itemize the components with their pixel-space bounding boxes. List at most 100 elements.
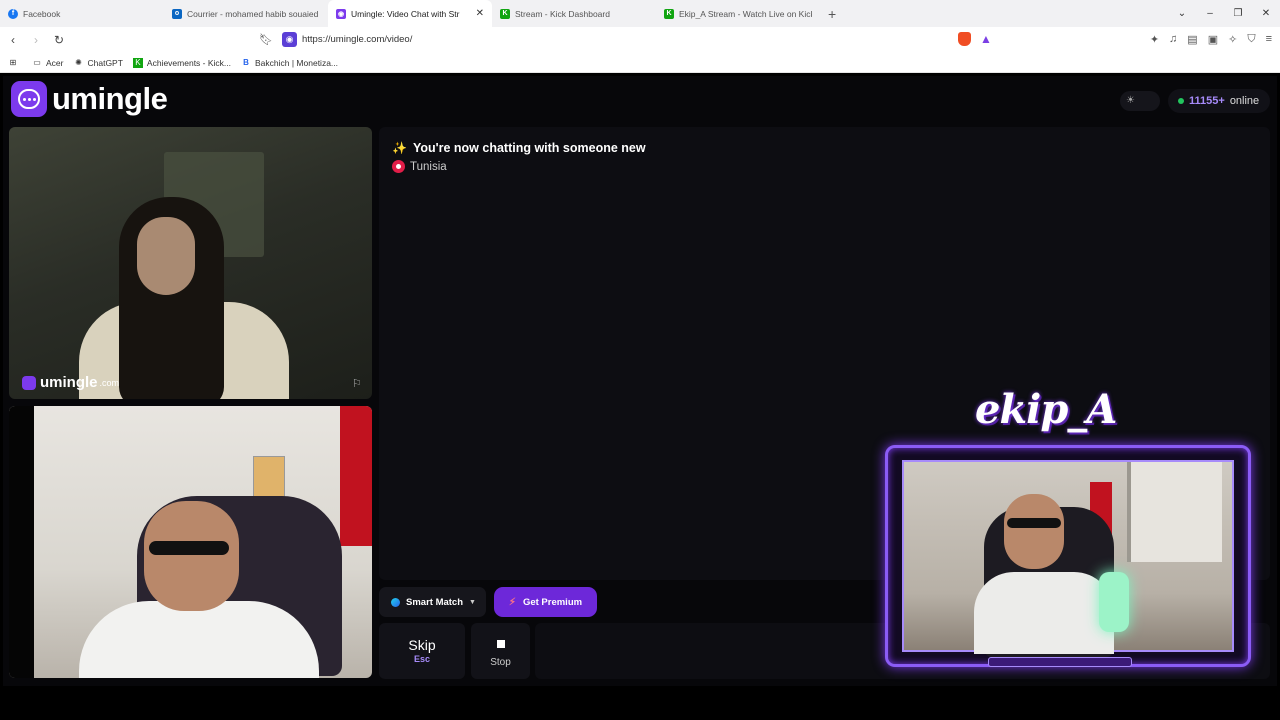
skip-button[interactable]: Skip Esc: [379, 623, 465, 679]
webcam-frame-ornament: [988, 657, 1132, 667]
bookmark-icon[interactable]: 🔖︎: [259, 33, 273, 46]
online-count: 11155+: [1189, 95, 1225, 107]
smart-match-dropdown[interactable]: Smart Match ▼: [379, 587, 486, 617]
status-message: You're now chatting with someone new: [412, 141, 646, 155]
leo-ai-icon[interactable]: ✧: [1228, 33, 1237, 46]
online-status-dot: [1178, 98, 1184, 104]
webcam-feed: [902, 460, 1234, 657]
chat-bubble-icon: [11, 81, 47, 117]
chatgpt-icon: ✺: [75, 58, 82, 67]
bakchich-icon: B: [243, 58, 249, 67]
stranger-video: umingle .com ⚐: [9, 127, 372, 399]
stop-icon: [496, 640, 505, 648]
online-label: online: [1229, 95, 1260, 107]
bookmark-kick-achievements[interactable]: K Achievements - Kick...: [132, 57, 232, 68]
apps-icon[interactable]: ⊞: [8, 58, 22, 68]
self-video: [9, 406, 372, 678]
tab-kick-dashboard[interactable]: K Stream - Kick Dashboard: [492, 0, 656, 27]
tab-title: Ekip_A Stream - Watch Live on Kick: [679, 8, 812, 19]
self-shirt: [79, 601, 319, 678]
bookmark-label: Acer: [46, 57, 64, 68]
umingle-icon: [22, 375, 36, 390]
facebook-icon: f: [8, 8, 18, 19]
tab-courrier[interactable]: o Courrier - mohamed habib souaied -: [164, 0, 328, 27]
tab-kick-live[interactable]: K Ekip_A Stream - Watch Live on Kick: [656, 0, 820, 27]
bookmark-label: Bakchich | Monetiza...: [255, 57, 339, 68]
sun-icon: ☀: [1126, 95, 1135, 106]
webcam-sunglasses: [1007, 518, 1061, 528]
folder-icon: ▭: [33, 58, 41, 67]
outlook-icon: o: [172, 8, 182, 19]
menu-icon[interactable]: ≡: [1266, 33, 1272, 46]
streamer-name-overlay: ekip_A: [975, 386, 1117, 433]
browser-tab-bar: f Facebook o Courrier - mohamed habib so…: [0, 0, 1280, 27]
bookmarks-bar: ⊞ ▭ Acer ✺ ChatGPT K Achievements - Kick...…: [0, 53, 1280, 73]
tab-facebook[interactable]: f Facebook: [0, 0, 164, 27]
online-counter: 11155+ online: [1168, 89, 1270, 113]
smart-match-label: Smart Match: [406, 596, 464, 608]
extensions-icon[interactable]: ✦: [1150, 33, 1159, 46]
back-button[interactable]: ‹: [3, 33, 23, 47]
media-icon[interactable]: ♫: [1169, 33, 1177, 46]
tab-title: Stream - Kick Dashboard: [515, 8, 610, 19]
sidebar-icon[interactable]: ▤: [1187, 33, 1197, 46]
forward-button[interactable]: ›: [26, 33, 46, 47]
skip-shortcut: Esc: [413, 654, 430, 664]
location-icon: [392, 160, 405, 173]
chevron-down-icon: ▼: [469, 598, 476, 606]
chat-status: ✨ You're now chatting with someone new: [392, 141, 646, 155]
umingle-watermark: umingle .com: [22, 374, 119, 391]
stop-label: Stop: [490, 657, 511, 668]
self-sunglasses: [149, 541, 229, 555]
globe-icon: [391, 597, 400, 607]
webcam-lamp: [1099, 572, 1129, 632]
bookmark-bakchich[interactable]: B Bakchich | Monetiza...: [241, 58, 338, 68]
self-head: [144, 501, 239, 611]
url-field[interactable]: https://umingle.com/video/: [302, 34, 412, 45]
tunisia-flag: [340, 406, 372, 546]
new-tab-button[interactable]: +: [828, 6, 836, 22]
tab-title: Facebook: [23, 8, 61, 19]
minimize-button[interactable]: –: [1196, 8, 1224, 19]
tab-list-icon[interactable]: ⌄: [1168, 8, 1196, 19]
stranger-country: Tunisia: [392, 160, 447, 173]
close-tab-icon[interactable]: ✕: [476, 8, 484, 19]
country-name: Tunisia: [410, 160, 447, 173]
stranger-face: [137, 217, 195, 295]
premium-label: Get Premium: [522, 596, 583, 608]
umingle-icon: ◉: [336, 8, 346, 19]
site-info-icon[interactable]: ◉: [282, 32, 297, 47]
get-premium-button[interactable]: ⚡︎ Get Premium: [494, 587, 597, 617]
address-bar-row: ‹ › ↻ 🔖︎ ◉ https://umingle.com/video/ ▲ …: [0, 27, 1280, 53]
webcam-shirt: [974, 572, 1114, 654]
report-flag-icon[interactable]: ⚐: [352, 377, 362, 390]
bookmark-label: ChatGPT: [87, 57, 123, 68]
maximize-button[interactable]: ❐: [1224, 8, 1252, 19]
kick-icon: K: [664, 8, 674, 19]
watermark-suffix: .com: [99, 377, 120, 388]
vpn-icon[interactable]: ⛉: [1247, 33, 1255, 46]
bookmark-acer[interactable]: ▭ Acer: [32, 58, 63, 68]
reload-button[interactable]: ↻: [49, 33, 69, 47]
umingle-logo[interactable]: umingle: [11, 81, 168, 117]
brave-rewards-icon[interactable]: ▲: [980, 32, 992, 46]
video-letterbox: [9, 406, 34, 678]
close-window-button[interactable]: ✕: [1252, 8, 1280, 19]
webcam-window: [1127, 462, 1222, 562]
brave-shields-icon[interactable]: [958, 32, 971, 46]
sparkle-icon: ✨: [392, 141, 407, 155]
bookmark-label: Achievements - Kick...: [146, 57, 232, 68]
bookmark-chatgpt[interactable]: ✺ ChatGPT: [73, 57, 123, 68]
kick-icon: K: [132, 57, 143, 68]
tab-title: Umingle: Video Chat with Str: [351, 8, 460, 19]
streamer-webcam: [885, 445, 1251, 667]
watermark-text: umingle: [40, 374, 98, 391]
umingle-page: umingle ☀ 11155+ online umingle .com ⚐ ✨: [3, 76, 1277, 686]
skip-label: Skip: [408, 637, 436, 653]
tab-title: Courrier - mohamed habib souaied -: [187, 8, 320, 19]
theme-toggle[interactable]: ☀: [1120, 91, 1160, 111]
stop-button[interactable]: Stop: [471, 623, 530, 679]
tab-umingle[interactable]: ◉ Umingle: Video Chat with Str ✕: [328, 0, 492, 27]
wallet-icon[interactable]: ▣: [1208, 33, 1218, 46]
webcam-head: [1004, 494, 1064, 569]
